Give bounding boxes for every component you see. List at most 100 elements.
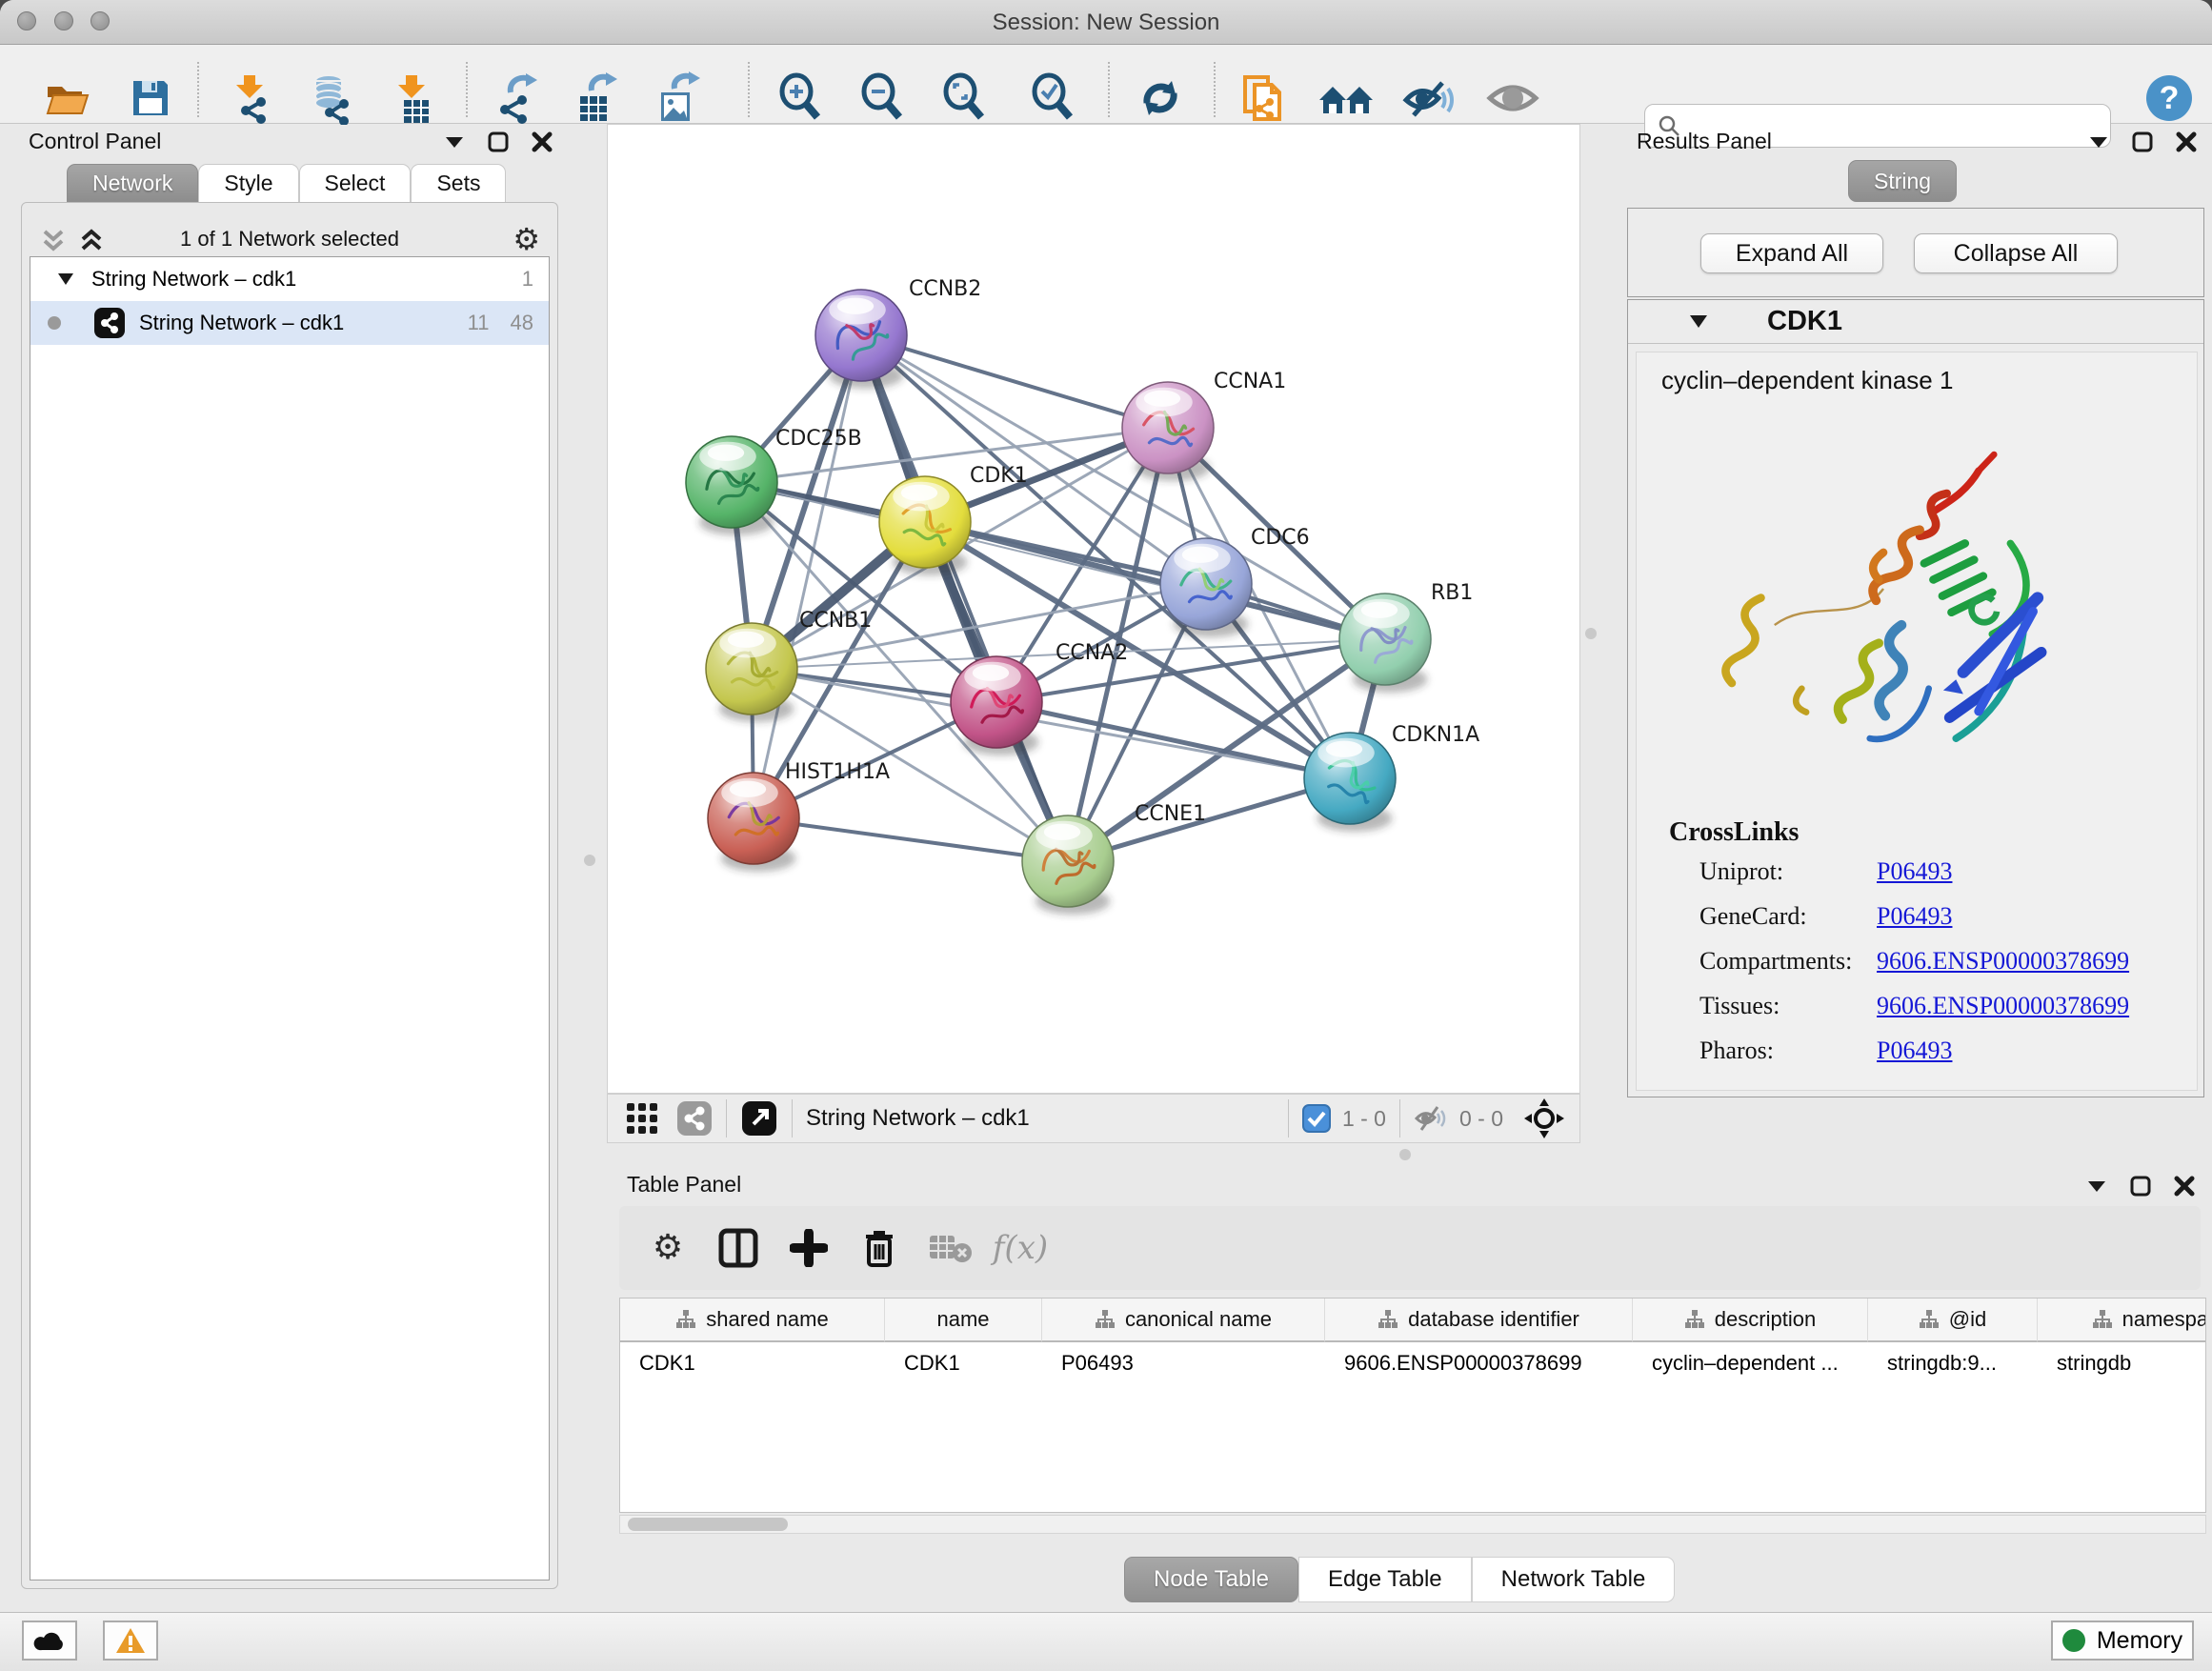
zoom-fit-button[interactable] <box>935 70 993 127</box>
delete-table-icon[interactable] <box>915 1232 985 1264</box>
network-edge-CCNA2-CDKN1A[interactable] <box>996 702 1350 778</box>
crosslink-value-link[interactable]: P06493 <box>1877 1037 1952 1065</box>
grid-view-icon[interactable] <box>625 1101 659 1136</box>
network-node-CCNA1[interactable] <box>1122 382 1214 481</box>
table-options-gear-icon[interactable]: ⚙ <box>633 1231 703 1265</box>
column-header-shared-name[interactable]: shared name <box>620 1299 885 1342</box>
gene-section-header[interactable]: CDK1 <box>1628 300 2203 344</box>
column-header-namespace[interactable]: namespace <box>2038 1299 2206 1342</box>
network-view-icon[interactable] <box>676 1100 713 1137</box>
crosslink-value-link[interactable]: 9606.ENSP00000378699 <box>1877 992 2129 1020</box>
network-node-CCNB1[interactable] <box>706 623 797 722</box>
left-splitter-handle[interactable] <box>584 855 595 866</box>
network-edge-CCNB2-CCNA1[interactable] <box>861 335 1168 428</box>
close-panel-icon[interactable] <box>532 131 553 152</box>
network-node-CCNA2[interactable] <box>951 656 1042 755</box>
network-node-CDC6[interactable] <box>1160 538 1252 637</box>
table-row[interactable]: CDK1CDK1P064939606.ENSP00000378699cyclin… <box>620 1342 2205 1384</box>
tab-edge-table[interactable]: Edge Table <box>1298 1557 1472 1602</box>
apply-layout-button[interactable] <box>1132 70 1189 127</box>
export-image-button[interactable] <box>648 70 705 127</box>
delete-column-trash-icon[interactable] <box>844 1227 915 1269</box>
table-cell[interactable]: cyclin–dependent ... <box>1633 1342 1868 1384</box>
maximize-panel-icon[interactable] <box>2132 131 2153 152</box>
tree-expand-icon[interactable] <box>57 272 74 286</box>
warnings-button[interactable] <box>103 1621 158 1661</box>
network-node-CDC25B[interactable] <box>686 436 777 535</box>
first-neighbors-button[interactable] <box>1317 70 1375 127</box>
bottom-splitter-handle[interactable] <box>1399 1149 1411 1160</box>
collapse-all-button[interactable]: Collapse All <box>1914 233 2118 273</box>
table-cell[interactable]: stringdb <box>2038 1342 2206 1384</box>
tab-network[interactable]: Network <box>67 164 198 202</box>
column-header-description[interactable]: description <box>1633 1299 1868 1342</box>
network-collection-row[interactable]: String Network – cdk1 1 <box>30 257 549 301</box>
network-node-RB1[interactable] <box>1339 594 1431 693</box>
float-panel-icon[interactable] <box>2088 135 2109 149</box>
network-node-CDKN1A[interactable] <box>1304 733 1396 832</box>
right-splitter-handle[interactable] <box>1585 628 1597 639</box>
zoom-out-button[interactable] <box>854 70 911 127</box>
show-columns-icon[interactable] <box>703 1228 774 1268</box>
crosslink-value-link[interactable]: 9606.ENSP00000378699 <box>1877 947 2129 976</box>
zoom-in-button[interactable] <box>772 70 829 127</box>
help-button[interactable]: ? <box>2141 70 2198 127</box>
import-network-button[interactable] <box>221 70 278 127</box>
maximize-panel-icon[interactable] <box>2130 1176 2151 1197</box>
network-options-gear-icon[interactable]: ⚙ <box>513 224 540 254</box>
network-node-CCNE1[interactable] <box>1022 815 1114 915</box>
import-network-from-database-button[interactable] <box>302 70 359 127</box>
float-panel-icon[interactable] <box>444 135 465 149</box>
network-row[interactable]: String Network – cdk1 11 48 <box>30 301 549 345</box>
memory-button[interactable]: Memory <box>2051 1621 2194 1661</box>
save-session-button[interactable] <box>122 70 179 127</box>
expand-all-button[interactable]: Expand All <box>1700 233 1883 273</box>
zoom-selected-button[interactable] <box>1024 70 1081 127</box>
duplicate-network-button[interactable] <box>1236 70 1293 127</box>
create-column-icon[interactable] <box>774 1229 844 1267</box>
collapse-section-icon[interactable] <box>1689 314 1708 329</box>
open-session-button[interactable] <box>38 70 95 127</box>
table-cell[interactable]: 9606.ENSP00000378699 <box>1325 1342 1633 1384</box>
float-panel-icon[interactable] <box>2086 1179 2107 1193</box>
cloud-services-button[interactable] <box>22 1621 77 1661</box>
open-in-new-window-icon[interactable] <box>740 1099 778 1137</box>
import-table-button[interactable] <box>383 70 440 127</box>
crosslink-value-link[interactable]: P06493 <box>1877 857 1952 886</box>
crosslink-value-link[interactable]: P06493 <box>1877 902 1952 931</box>
tab-network-table[interactable]: Network Table <box>1472 1557 1676 1602</box>
close-panel-icon[interactable] <box>2176 131 2197 152</box>
tab-node-table[interactable]: Node Table <box>1124 1557 1298 1602</box>
horizontal-scrollbar[interactable] <box>619 1515 2206 1534</box>
column-header--id[interactable]: @id <box>1868 1299 2038 1342</box>
network-node-CCNB2[interactable] <box>815 290 907 389</box>
table-cell[interactable]: CDK1 <box>885 1342 1042 1384</box>
network-graph[interactable]: CCNB2CCNA1CDC25BCDK1CDC6RB1CCNB1CCNA2CDK… <box>608 125 1579 1093</box>
column-header-database-identifier[interactable]: database identifier <box>1325 1299 1633 1342</box>
column-header-name[interactable]: name <box>885 1299 1042 1342</box>
network-edge-HIST1H1A-CCNE1[interactable] <box>754 818 1068 861</box>
function-builder-icon[interactable]: f(x) <box>985 1229 1056 1267</box>
table-cell[interactable]: CDK1 <box>620 1342 885 1384</box>
network-canvas[interactable]: CCNB2CCNA1CDC25BCDK1CDC6RB1CCNB1CCNA2CDK… <box>607 124 1580 1094</box>
close-panel-icon[interactable] <box>2174 1176 2195 1197</box>
tab-string[interactable]: String <box>1848 160 1957 202</box>
hidden-eye-icon[interactable] <box>1414 1103 1448 1134</box>
tab-style[interactable]: Style <box>198 164 298 202</box>
show-all-button[interactable] <box>1484 70 1541 127</box>
maximize-panel-icon[interactable] <box>488 131 509 152</box>
export-network-button[interactable] <box>486 70 543 127</box>
tab-sets[interactable]: Sets <box>411 164 506 202</box>
network-node-HIST1H1A[interactable] <box>708 773 799 872</box>
export-table-button[interactable] <box>567 70 624 127</box>
column-header-canonical-name[interactable]: canonical name <box>1042 1299 1325 1342</box>
hide-selected-button[interactable] <box>1400 70 1458 127</box>
table-cell[interactable]: P06493 <box>1042 1342 1325 1384</box>
selected-checkbox-icon[interactable] <box>1302 1104 1331 1133</box>
scrollbar-thumb[interactable] <box>628 1518 788 1531</box>
network-edge-CDK1-RB1[interactable] <box>925 522 1385 639</box>
tab-select[interactable]: Select <box>299 164 412 202</box>
birds-eye-crosshair-icon[interactable] <box>1524 1098 1564 1138</box>
network-node-CDK1[interactable] <box>879 476 971 575</box>
table-cell[interactable]: stringdb:9... <box>1868 1342 2038 1384</box>
